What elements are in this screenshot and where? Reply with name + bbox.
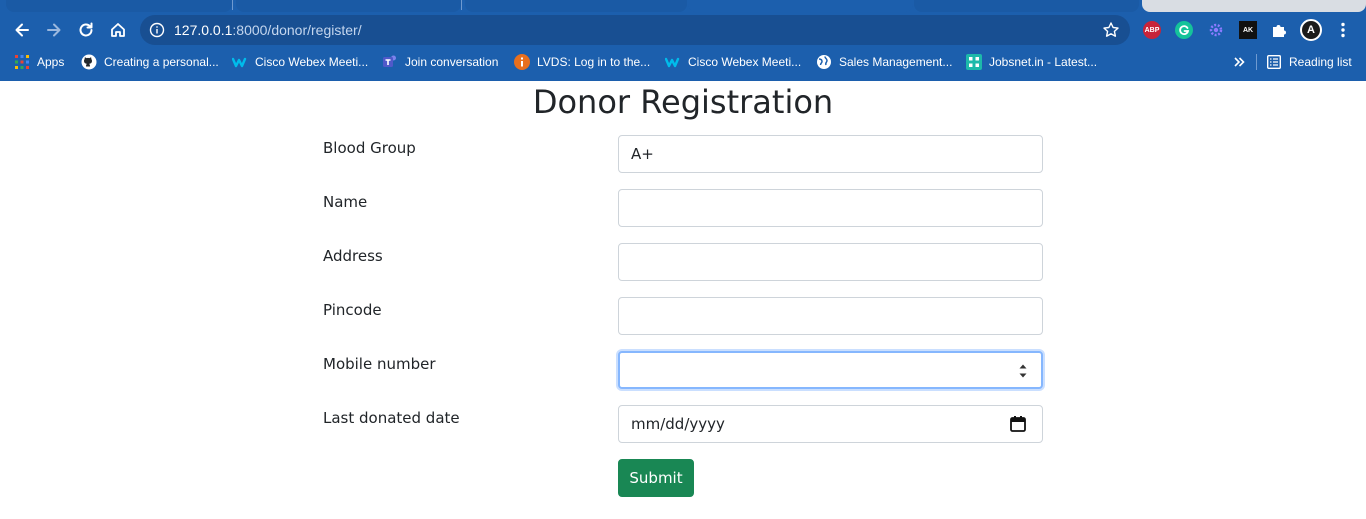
url-text: 127.0.0.1:8000/donor/register/ bbox=[174, 21, 362, 39]
profile-avatar[interactable]: A bbox=[1300, 19, 1322, 41]
reading-list-icon bbox=[1266, 54, 1282, 70]
submit-button[interactable]: Submit bbox=[618, 459, 694, 497]
page-content: Donor Registration Blood Group A+ Name A… bbox=[0, 81, 1366, 519]
form-row-pincode: Pincode bbox=[323, 297, 1043, 335]
mobile-number-input[interactable] bbox=[618, 351, 1043, 389]
back-button[interactable] bbox=[8, 16, 36, 44]
form-row-last-donated: Last donated date mm/dd/yyyy bbox=[323, 405, 1043, 443]
lvds-icon bbox=[514, 54, 530, 70]
bookmark-star-icon[interactable] bbox=[1102, 21, 1120, 39]
tab-active[interactable] bbox=[688, 0, 913, 12]
bookmark-apps[interactable]: Apps bbox=[14, 53, 64, 71]
name-input[interactable] bbox=[618, 189, 1043, 227]
name-label: Name bbox=[323, 193, 368, 211]
bookmarks-overflow-button[interactable] bbox=[1233, 53, 1245, 71]
url-host: 127.0.0.1 bbox=[174, 22, 233, 38]
pincode-label: Pincode bbox=[323, 301, 382, 319]
number-spinner-icon[interactable] bbox=[1017, 360, 1029, 382]
webex-icon bbox=[665, 54, 681, 70]
apps-grid-icon bbox=[14, 54, 30, 70]
teams-icon bbox=[382, 54, 398, 70]
adblock-plus-icon[interactable]: ABP bbox=[1143, 21, 1161, 39]
mobile-number-label: Mobile number bbox=[323, 355, 436, 373]
chrome-menu-button[interactable] bbox=[1334, 21, 1352, 39]
form-row-name: Name bbox=[323, 189, 1043, 227]
gear-extension-icon[interactable] bbox=[1207, 21, 1225, 39]
bookmarks-divider bbox=[1256, 54, 1257, 70]
bookmarks-bar: Apps Creating a personal... Cisco Webex … bbox=[0, 48, 1366, 76]
bookmark-webex-2[interactable]: Cisco Webex Meeti... bbox=[665, 53, 801, 71]
grammarly-g-icon bbox=[1179, 25, 1190, 35]
pincode-input[interactable] bbox=[618, 297, 1043, 335]
reading-list-label: Reading list bbox=[1289, 55, 1352, 69]
reload-icon bbox=[79, 22, 93, 37]
tab-1[interactable] bbox=[6, 0, 233, 12]
tab-6[interactable] bbox=[1142, 0, 1366, 12]
toolbar: 127.0.0.1:8000/donor/register/ ABP AK A bbox=[0, 12, 1366, 48]
bookmark-jobsnet[interactable]: Jobsnet.in - Latest... bbox=[966, 53, 1097, 71]
bookmark-github[interactable]: Creating a personal... bbox=[81, 53, 219, 71]
tab-5[interactable] bbox=[914, 0, 1139, 12]
address-bar[interactable]: 127.0.0.1:8000/donor/register/ bbox=[140, 15, 1130, 45]
jobsnet-icon bbox=[966, 54, 982, 70]
home-icon bbox=[111, 23, 125, 37]
blood-group-label: Blood Group bbox=[323, 139, 416, 157]
bookmark-label: Sales Management... bbox=[839, 55, 953, 69]
bookmark-label: LVDS: Log in to the... bbox=[537, 55, 651, 69]
bookmark-label: Apps bbox=[37, 55, 65, 69]
bookmark-label: Join conversation bbox=[405, 55, 499, 69]
browser-chrome: 127.0.0.1:8000/donor/register/ ABP AK A bbox=[0, 0, 1366, 81]
bookmark-lvds[interactable]: LVDS: Log in to the... bbox=[514, 53, 650, 71]
bookmark-label: Jobsnet.in - Latest... bbox=[989, 55, 1098, 69]
bookmark-webex-1[interactable]: Cisco Webex Meeti... bbox=[232, 53, 368, 71]
kebab-menu-icon bbox=[1341, 22, 1345, 38]
grammarly-icon[interactable] bbox=[1175, 21, 1193, 39]
blood-group-input[interactable]: A+ bbox=[618, 135, 1043, 173]
github-icon bbox=[81, 54, 97, 70]
tab-2[interactable] bbox=[236, 0, 462, 12]
double-chevron-right-icon bbox=[1234, 57, 1245, 67]
bookmark-sales[interactable]: Sales Management... bbox=[816, 53, 952, 71]
arrow-left-icon bbox=[15, 23, 29, 37]
form-row-mobile: Mobile number bbox=[323, 351, 1043, 389]
bookmark-label: Cisco Webex Meeti... bbox=[688, 55, 802, 69]
tab-3[interactable] bbox=[465, 0, 687, 12]
info-icon[interactable] bbox=[149, 22, 165, 38]
bookmark-label: Creating a personal... bbox=[104, 55, 219, 69]
bookmark-label: Cisco Webex Meeti... bbox=[255, 55, 369, 69]
address-input[interactable] bbox=[618, 243, 1043, 281]
form-row-address: Address bbox=[323, 243, 1043, 281]
last-donated-date-input[interactable]: mm/dd/yyyy bbox=[618, 405, 1043, 443]
page-title: Donor Registration bbox=[532, 83, 834, 121]
address-label: Address bbox=[323, 247, 383, 265]
forward-button[interactable] bbox=[40, 16, 68, 44]
arrow-right-icon bbox=[47, 23, 61, 37]
calendar-icon[interactable] bbox=[1009, 415, 1027, 433]
globe-icon bbox=[816, 54, 832, 70]
reading-list-button[interactable]: Reading list bbox=[1266, 53, 1352, 71]
form-row-blood-group: Blood Group A+ bbox=[323, 135, 1043, 173]
date-placeholder: mm/dd/yyyy bbox=[631, 415, 725, 433]
url-path: :8000/donor/register/ bbox=[232, 22, 362, 38]
last-donated-date-label: Last donated date bbox=[323, 409, 460, 427]
ak-extension-icon[interactable]: AK bbox=[1239, 21, 1257, 39]
home-button[interactable] bbox=[104, 16, 132, 44]
extensions-puzzle-icon[interactable] bbox=[1270, 21, 1288, 39]
bookmark-teams[interactable]: Join conversation bbox=[382, 53, 498, 71]
gear-icon bbox=[1209, 23, 1223, 37]
puzzle-icon bbox=[1273, 25, 1286, 37]
reload-button[interactable] bbox=[72, 16, 100, 44]
tab-strip bbox=[0, 0, 1366, 12]
webex-icon bbox=[232, 54, 248, 70]
